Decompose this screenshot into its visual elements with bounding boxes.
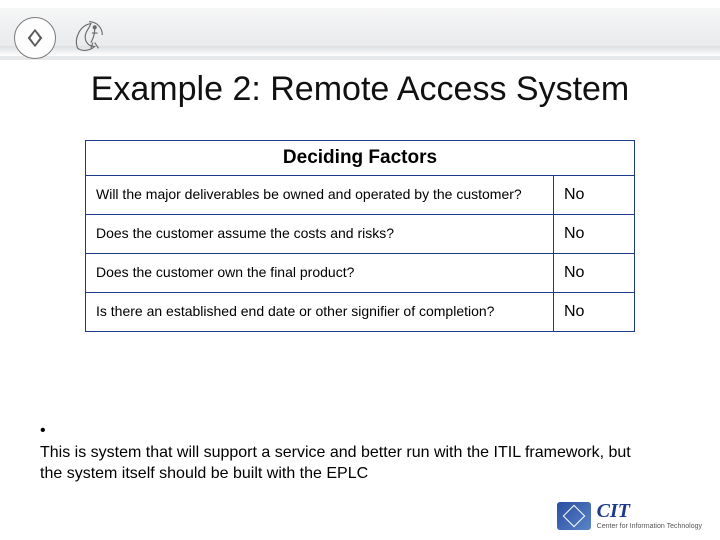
table-row: Is there an established end date or othe… xyxy=(86,293,635,332)
header-stripe-shadow xyxy=(0,46,720,56)
cit-label: CIT xyxy=(597,500,630,522)
answer-cell: No xyxy=(554,293,635,332)
cit-text-block: CIT Center for Information Technology xyxy=(597,501,702,530)
header-logos xyxy=(14,16,108,59)
agency-seal-icon xyxy=(14,17,56,59)
answer-cell: No xyxy=(554,254,635,293)
diamond-icon xyxy=(24,27,46,49)
question-cell: Is there an established end date or othe… xyxy=(86,293,554,332)
answer-cell: No xyxy=(554,176,635,215)
question-cell: Will the major deliverables be owned and… xyxy=(86,176,554,215)
table-row: Does the customer assume the costs and r… xyxy=(86,215,635,254)
cit-sublabel: Center for Information Technology xyxy=(597,523,702,530)
table-row: Does the customer own the final product?… xyxy=(86,254,635,293)
answer-cell: No xyxy=(554,215,635,254)
table-header: Deciding Factors xyxy=(86,141,635,176)
question-cell: Does the customer own the final product? xyxy=(86,254,554,293)
bullet-item: • This is system that will support a ser… xyxy=(40,420,660,485)
bullet-text: This is system that will support a servi… xyxy=(40,442,638,485)
table-header-row: Deciding Factors xyxy=(86,141,635,176)
bullet-marker: • xyxy=(40,420,58,442)
footer-logo: CIT Center for Information Technology xyxy=(557,501,702,530)
slide: Example 2: Remote Access System Deciding… xyxy=(0,0,720,540)
question-cell: Does the customer assume the costs and r… xyxy=(86,215,554,254)
cit-chip-icon xyxy=(557,502,591,530)
deciding-factors-table: Deciding Factors Will the major delivera… xyxy=(85,140,635,332)
slide-title: Example 2: Remote Access System xyxy=(0,70,720,109)
hhs-seal-icon xyxy=(70,16,108,59)
content-area: Deciding Factors Will the major delivera… xyxy=(85,140,635,332)
table-row: Will the major deliverables be owned and… xyxy=(86,176,635,215)
